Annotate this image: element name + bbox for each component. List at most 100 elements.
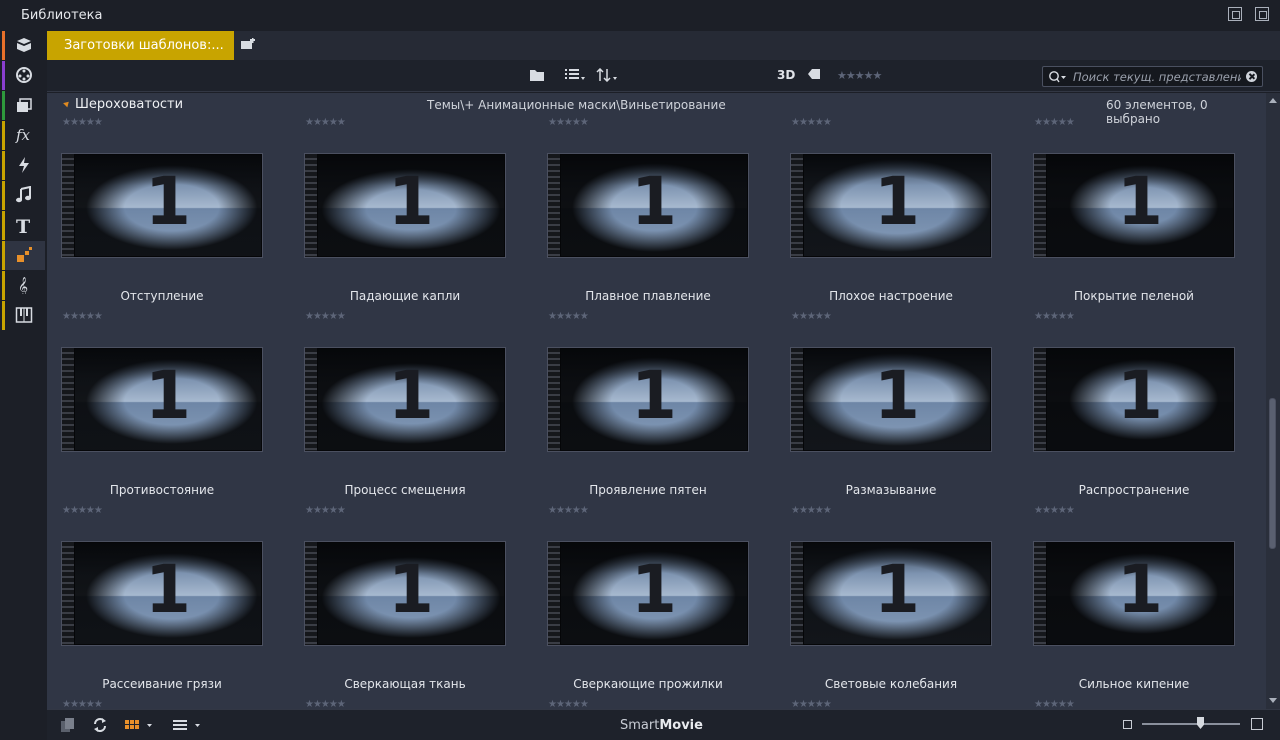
template-card[interactable]: 1 Процесс смещения ★★★★★ [290,347,533,541]
clear-search-icon[interactable] [1246,71,1257,82]
restore-icon[interactable] [1255,7,1269,21]
countdown-number: 1 [874,551,920,628]
template-thumbnail[interactable]: 1 [547,541,749,646]
rating-stars[interactable]: ★★★★★ [791,699,832,709]
3d-filter-label[interactable]: 3D [777,68,795,82]
copy-icon[interactable] [60,717,76,733]
film-strip [1034,348,1046,451]
template-card[interactable]: 1 Плавное плавление ★★★★★ [533,153,776,347]
scrollbar-thumb[interactable] [1269,398,1276,549]
template-card[interactable]: 1 Сверкающая ткань ★★★★★ [290,541,533,709]
template-thumbnail[interactable]: 1 [547,347,749,452]
template-card[interactable]: 1 Рассеивание грязи ★★★★★ [47,541,290,709]
zoom-in-icon[interactable] [1251,718,1263,730]
add-tab-icon[interactable] [240,38,256,52]
rating-stars[interactable]: ★★★★★ [548,505,589,516]
template-thumbnail[interactable]: 1 [790,153,992,258]
rating-stars[interactable]: ★★★★★ [548,699,589,709]
template-title: Рассеивание грязи [102,677,222,691]
sidebar-stripe [2,91,5,120]
template-card[interactable]: 1 Размазывание ★★★★★ [776,347,1019,541]
vertical-scrollbar[interactable] [1266,93,1280,709]
rating-stars[interactable]: ★★★★★ [62,505,103,516]
smartmovie-button[interactable]: SmartMovie [620,718,703,733]
sidebar-item-projects[interactable] [2,31,45,60]
sidebar-item-transitions[interactable] [2,151,45,180]
rating-stars[interactable]: ★★★★★ [62,311,103,322]
rating-stars[interactable]: ★★★★★ [1034,311,1075,322]
template-card[interactable]: 1 Плохое настроение ★★★★★ [776,153,1019,347]
rating-stars[interactable]: ★★★★★ [791,311,832,322]
rating-stars[interactable]: ★★★★★ [1034,699,1075,709]
previous-row-ratings: ★★★★★ ★★★★★ ★★★★★ ★★★★★ ★★★★★ [47,117,1265,129]
slider-thumb[interactable] [1197,717,1204,729]
template-card[interactable]: 1 Сверкающие прожилки ★★★★★ [533,541,776,709]
details-view-icon[interactable] [172,717,202,733]
rating-stars[interactable]: ★★★★★ [305,505,346,516]
sidebar-item-templates[interactable] [2,241,45,270]
template-thumbnail[interactable]: 1 [790,347,992,452]
template-card[interactable]: 1 Сильное кипение ★★★★★ [1019,541,1262,709]
template-thumbnail[interactable]: 1 [1033,153,1235,258]
sidebar-item-scorefitter[interactable] [2,301,45,330]
template-title: Размазывание [845,483,937,497]
rating-stars[interactable]: ★★★★★ [305,699,346,709]
sidebar-item-music[interactable] [2,181,45,210]
template-card[interactable]: 1 Распространение ★★★★★ [1019,347,1262,541]
rating-stars[interactable]: ★★★★★ [791,505,832,516]
rating-filter[interactable]: ★★★★★ [837,69,882,82]
template-thumbnail[interactable]: 1 [61,347,263,452]
tab-templates[interactable]: Заготовки шаблонов:... [47,31,234,60]
template-card[interactable]: 1 Проявление пятен ★★★★★ [533,347,776,541]
undock-icon[interactable] [1228,7,1242,21]
list-view-icon[interactable] [564,68,586,82]
search-input[interactable] [1073,69,1241,84]
template-thumbnail[interactable]: 1 [304,347,506,452]
countdown-number: 1 [388,551,434,628]
rating-stars[interactable]: ★★★★★ [305,117,346,128]
search-box[interactable] [1042,66,1263,87]
template-title: Противостояние [109,483,215,497]
tag-icon[interactable] [807,68,821,80]
search-icon[interactable] [1048,70,1068,84]
folder-icon[interactable] [529,68,545,82]
sort-icon[interactable] [596,68,618,82]
rating-stars[interactable]: ★★★★★ [62,699,103,709]
rating-stars[interactable]: ★★★★★ [1034,117,1075,128]
sidebar-item-sound-effects[interactable]: 𝄞 [2,271,45,300]
rating-stars[interactable]: ★★★★★ [62,117,103,128]
rating-stars[interactable]: ★★★★★ [305,311,346,322]
collapse-arrow-icon[interactable] [63,99,71,108]
rating-stars[interactable]: ★★★★★ [791,117,832,128]
template-card[interactable]: 1 Световые колебания ★★★★★ [776,541,1019,709]
template-thumbnail[interactable]: 1 [790,541,992,646]
sidebar-item-effects[interactable]: fx [2,121,45,150]
sidebar-item-video[interactable] [2,61,45,90]
template-thumbnail[interactable]: 1 [1033,541,1235,646]
template-card[interactable]: 1 Отступление ★★★★★ [47,153,290,347]
template-card[interactable]: 1 Противостояние ★★★★★ [47,347,290,541]
template-thumbnail[interactable]: 1 [1033,347,1235,452]
template-thumbnail[interactable]: 1 [304,153,506,258]
scroll-down-icon[interactable] [1269,698,1277,703]
scroll-up-icon[interactable] [1269,98,1277,103]
grid-view-icon[interactable] [124,717,154,733]
sidebar-item-titles[interactable]: T [2,211,45,240]
template-thumbnail[interactable]: 1 [547,153,749,258]
template-thumbnail[interactable]: 1 [304,541,506,646]
zoom-out-icon[interactable] [1123,720,1132,729]
title-bar: Библиотека [0,0,1280,31]
rating-stars[interactable]: ★★★★★ [1034,505,1075,516]
thumbnail-size-slider[interactable] [1142,723,1240,725]
refresh-icon[interactable] [92,717,108,733]
template-card[interactable]: 1 Покрытие пеленой ★★★★★ [1019,153,1262,347]
rating-stars[interactable]: ★★★★★ [548,311,589,322]
section-name[interactable]: Шероховатости [75,97,183,112]
rating-stars[interactable]: ★★★★★ [548,117,589,128]
sidebar-item-collections[interactable] [2,91,45,120]
template-thumbnail[interactable]: 1 [61,541,263,646]
template-thumbnail[interactable]: 1 [61,153,263,258]
template-card[interactable]: 1 Падающие капли ★★★★★ [290,153,533,347]
thumbnail-image: 1 [804,155,990,256]
library-toolbar: 3D ★★★★★ [47,60,1280,92]
